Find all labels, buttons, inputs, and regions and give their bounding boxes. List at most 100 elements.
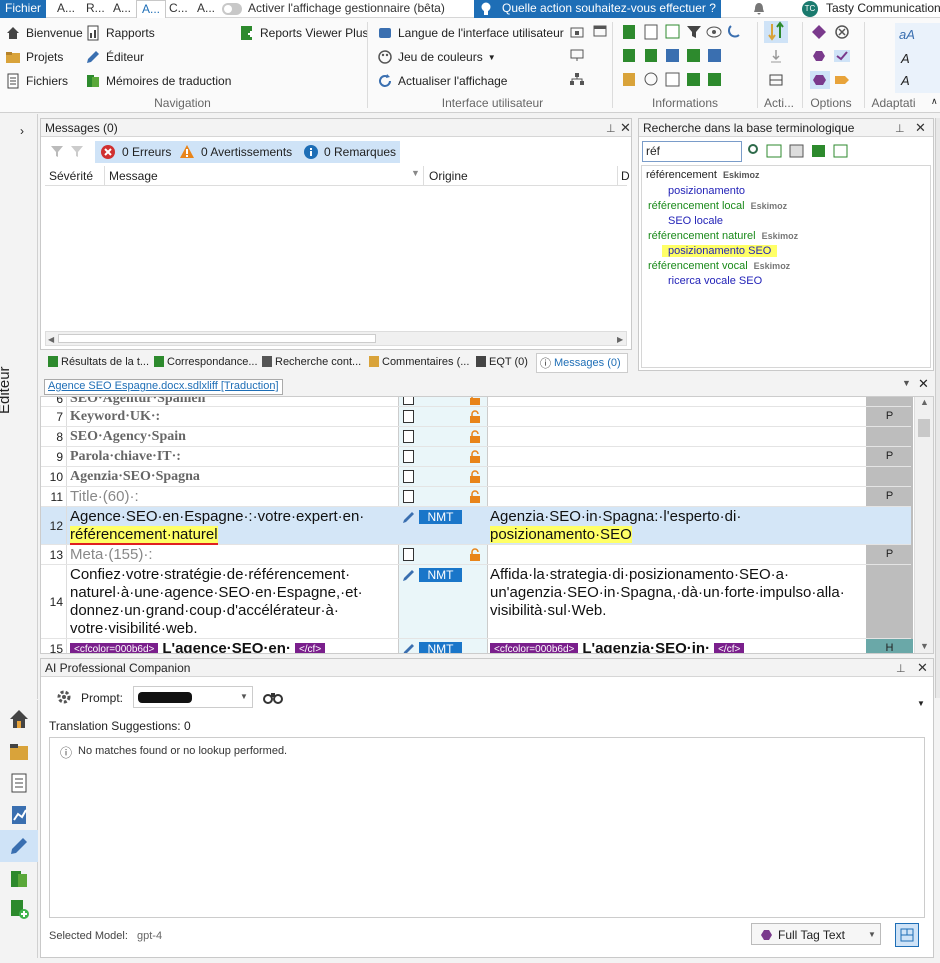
ui-language-button[interactable]: Langue de l'interface utilisateur: [377, 23, 564, 43]
projects-button[interactable]: Projets: [5, 47, 63, 67]
warnings-count[interactable]: 0 Avertissements: [201, 145, 292, 159]
col-origin[interactable]: Origine: [429, 169, 468, 183]
segment-target[interactable]: Agenzia·SEO·in·Spagna:·l'esperto·di· posi…: [490, 508, 860, 544]
term-entry-1[interactable]: référencement Eskimoz: [646, 169, 759, 181]
tab-a3[interactable]: A...: [136, 0, 167, 18]
segment-source[interactable]: Agence·SEO·en·Espagne·:·votre·expert·en·…: [70, 508, 393, 545]
editor-nav-active[interactable]: [0, 830, 38, 862]
segment-row[interactable]: 6 SEO·Agentur·Spanien: [41, 397, 911, 407]
filter-icon[interactable]: [49, 143, 65, 159]
home-icon[interactable]: [8, 708, 30, 730]
download-icon[interactable]: [768, 48, 784, 64]
files-icon[interactable]: [8, 772, 30, 794]
segment-source[interactable]: Agenzia·SEO·Spagna: [70, 468, 393, 486]
layout-toggle-button[interactable]: [895, 923, 919, 947]
lock-layout-icon[interactable]: [569, 23, 585, 39]
gear-icon[interactable]: [56, 689, 72, 705]
segment-row[interactable]: 12 Agence·SEO·en·Espagne·:·votre·expert·e…: [41, 507, 911, 545]
pin-icon[interactable]: ⊥: [896, 662, 906, 675]
tell-me-search[interactable]: Quelle action souhaitez-vous effectuer ?: [474, 0, 721, 18]
tab-a1[interactable]: A...: [52, 0, 80, 18]
user-name[interactable]: Tasty Communication: [826, 0, 940, 16]
tab-context-search[interactable]: Recherche cont...: [262, 356, 361, 368]
projects-icon[interactable]: [8, 740, 30, 762]
segment-target[interactable]: Affida·la·strategia·di·posizionamento·SE…: [490, 566, 860, 620]
segment-source[interactable]: Meta·(155)·:: [70, 546, 393, 564]
close-icon[interactable]: ✕: [620, 120, 631, 136]
term-target-4[interactable]: ricerca vocale SEO: [668, 275, 762, 287]
info-icon[interactable]: [303, 144, 319, 160]
termbase-search-input[interactable]: réf: [642, 141, 742, 162]
segment-row[interactable]: 11 Title·(60)·: P: [41, 487, 911, 507]
warning-icon[interactable]: [179, 144, 195, 160]
segment-target[interactable]: <cfcolor=000b6d> L'agenzia·SEO·in· </cf>: [490, 640, 860, 653]
notes-count[interactable]: 0 Remarques: [324, 145, 396, 159]
tab-a4[interactable]: A...: [192, 0, 220, 18]
reports-button[interactable]: Rapports: [85, 23, 155, 43]
errors-count[interactable]: 0 Erreurs: [122, 145, 171, 159]
manager-view-toggle[interactable]: [222, 3, 242, 15]
termbase-toolbar-icons[interactable]: [745, 143, 857, 159]
segment-row[interactable]: 15 <cfcolor=000b6d> L'agence·SEO·en· </cf> N…: [41, 639, 913, 653]
tab-comments[interactable]: Commentaires (...: [369, 356, 469, 368]
col-message[interactable]: Message: [109, 169, 158, 183]
tab-a2[interactable]: A...: [108, 0, 136, 18]
add-resource-icon[interactable]: [8, 898, 30, 920]
segment-row[interactable]: 9 Parola·chiave·IT·: P: [41, 447, 911, 467]
tab-eqt[interactable]: EQT (0): [476, 356, 528, 368]
term-entry-3[interactable]: référencement naturel Eskimoz: [648, 230, 798, 242]
segment-row[interactable]: 8 SEO·Agency·Spain: [41, 427, 911, 447]
grid-vscrollbar[interactable]: ▲ ▼: [914, 397, 933, 653]
pin-icon[interactable]: ⊥: [895, 122, 905, 135]
sort-action-button[interactable]: [764, 21, 788, 43]
close-icon[interactable]: ✕: [917, 660, 928, 676]
tab-fichier[interactable]: Fichier: [0, 0, 46, 18]
segment-row[interactable]: 13 Meta·(155)·: P: [41, 545, 911, 565]
refresh-view-button[interactable]: Actualiser l'affichage: [377, 71, 507, 91]
editor-button[interactable]: Éditeur: [85, 47, 144, 67]
term-entry-2[interactable]: référencement local Eskimoz: [648, 200, 787, 212]
tab-messages[interactable]: ⓘ Messages (0): [536, 353, 628, 373]
term-target-2[interactable]: SEO locale: [668, 215, 723, 227]
files-button[interactable]: Fichiers: [5, 71, 68, 91]
prompt-select[interactable]: ▼: [133, 686, 253, 708]
adaptation-buttons[interactable]: aA A A: [895, 23, 940, 93]
document-tab[interactable]: Agence SEO Espagne.docx.sdlxliff [Traduc…: [44, 379, 283, 395]
screen-icon[interactable]: [569, 47, 585, 63]
window-icon[interactable]: [592, 23, 608, 39]
tab-c[interactable]: C...: [164, 0, 193, 18]
col-severity[interactable]: Sévérité: [49, 169, 93, 183]
color-scheme-dropdown[interactable]: Jeu de couleurs ▼: [377, 47, 496, 67]
messages-hscrollbar[interactable]: ◀ ▶: [45, 331, 627, 346]
segment-source[interactable]: Parola·chiave·IT·:: [70, 448, 393, 466]
clear-filter-icon[interactable]: [69, 143, 85, 159]
segment-source[interactable]: SEO·Agency·Spain: [70, 428, 393, 446]
segment-source[interactable]: Keyword·UK·:: [70, 408, 393, 426]
collapse-ribbon-icon[interactable]: ∧: [931, 96, 938, 107]
tab-r[interactable]: R...: [81, 0, 110, 18]
tab-dropdown-icon[interactable]: ▼: [902, 378, 911, 388]
reports-icon[interactable]: [8, 804, 30, 826]
tab-concordance[interactable]: Correspondance...: [154, 356, 258, 368]
tag-display-select[interactable]: Full Tag Text ▼: [751, 923, 881, 945]
segment-source[interactable]: Title·(60)·:: [70, 488, 393, 506]
welcome-button[interactable]: Bienvenue: [5, 23, 83, 43]
reports-viewer-plus-button[interactable]: Reports Viewer Plus: [239, 23, 369, 43]
options-icons[interactable]: [810, 23, 860, 93]
expand-sidebar-icon[interactable]: ›: [20, 124, 24, 138]
translation-memory-icon[interactable]: [8, 868, 30, 890]
binoculars-icon[interactable]: [263, 689, 283, 705]
segment-source[interactable]: <cfcolor=000b6d> L'agence·SEO·en· </cf>: [70, 640, 393, 653]
segment-row[interactable]: 14 Confiez·votre·stratégie·de·référenceme…: [41, 565, 911, 639]
translation-memories-button[interactable]: Mémoires de traduction: [85, 71, 231, 91]
user-avatar[interactable]: TC: [802, 1, 818, 17]
pin-icon[interactable]: ⊥: [606, 122, 616, 135]
col-d[interactable]: D: [621, 169, 630, 183]
segment-row[interactable]: 7 Keyword·UK·: P: [41, 407, 911, 427]
term-target-3[interactable]: posizionamento SEO: [662, 245, 778, 257]
tab-translation-results[interactable]: Résultats de la t...: [48, 356, 149, 368]
bell-icon[interactable]: [752, 2, 766, 16]
close-document-icon[interactable]: ✕: [918, 376, 929, 392]
error-icon[interactable]: [100, 144, 116, 160]
segment-source[interactable]: Confiez·votre·stratégie·de·référencement…: [70, 566, 393, 638]
